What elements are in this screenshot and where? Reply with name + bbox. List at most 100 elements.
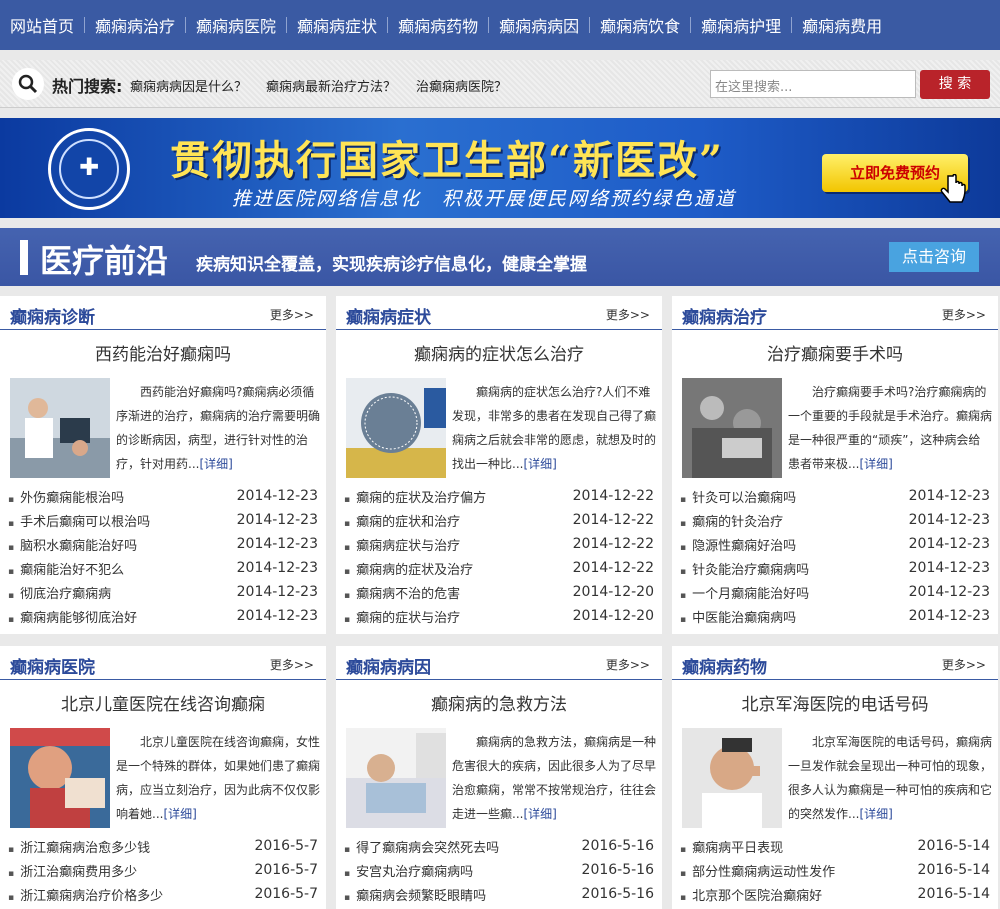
nav-item-care[interactable]: 癫痫病护理 [701,13,781,37]
hot-keyword[interactable]: 治癫痫病医院？ [416,76,507,95]
list-item[interactable]: 癫痫病平日表现 2016-5-14 [680,834,990,858]
nav-item-hospital[interactable]: 癫痫病医院 [196,13,276,37]
list-item[interactable]: 癫痫病会频繁眨眼睛吗 2016-5-16 [344,882,654,906]
list-item[interactable]: 癫痫的症状和治疗 2014-12-22 [344,508,654,532]
featured-title[interactable]: 癫痫病的急救方法 [336,690,662,715]
detail-link[interactable]: [详细] [199,457,232,471]
detail-link[interactable]: [详细] [523,807,556,821]
featured-title[interactable]: 治疗癫痫要手术吗 [672,340,998,365]
card-category[interactable]: 癫痫病药物 [682,653,767,678]
featured-image[interactable] [682,378,782,478]
card-category[interactable]: 癫痫病诊断 [10,303,95,328]
list-item-title[interactable]: 一个月癫痫能治好吗 [680,583,809,602]
list-item[interactable]: 癫痫病症状与治疗 2014-12-22 [344,532,654,556]
featured-image[interactable] [682,728,782,828]
list-item-title[interactable]: 癫痫的症状及治疗偏方 [344,487,486,506]
list-item-title[interactable]: 浙江癫痫病治愈多少钱 [8,837,150,856]
list-item-title[interactable]: 北京那个医院治癫痫好 [680,885,822,904]
hot-keyword[interactable]: 癫痫病病因是什么？ [130,76,247,95]
detail-link[interactable]: [详细] [163,807,196,821]
list-item[interactable]: 隐源性癫痫好治吗 2014-12-23 [680,532,990,556]
consult-button[interactable]: 点击咨询 [889,242,979,272]
more-link[interactable]: 更多>> [270,656,314,673]
banner[interactable]: ✚ 贯彻执行国家卫生部“新医改” 推进医院网络信息化 积极开展便民网络预约绿色通… [0,118,1000,218]
list-item-title[interactable]: 隐源性癫痫好治吗 [680,535,796,554]
nav-item-symptoms[interactable]: 癫痫病症状 [297,13,377,37]
list-item[interactable]: 癫痫的症状与治疗 2014-12-20 [344,604,654,628]
list-item-title[interactable]: 癫痫的症状与治疗 [344,607,460,626]
list-item[interactable]: 得了癫痫病会突然死去吗 2016-5-16 [344,834,654,858]
card-category[interactable]: 癫痫病病因 [346,653,431,678]
list-item-title[interactable]: 癫痫病症状与治疗 [344,535,460,554]
featured-image[interactable] [10,378,110,478]
nav-item-cost[interactable]: 癫痫病费用 [802,13,882,37]
more-link[interactable]: 更多>> [942,656,986,673]
card-category[interactable]: 癫痫病治疗 [682,303,767,328]
list-item-title[interactable]: 癫痫的症状和治疗 [344,511,460,530]
list-item[interactable]: 针灸可以治癫痫吗 2014-12-23 [680,484,990,508]
list-item[interactable]: 浙江治癫痫费用多少 2016-5-7 [8,858,318,882]
list-item[interactable]: 脑积水癫痫能治好吗 2014-12-23 [8,532,318,556]
card-category[interactable]: 癫痫病医院 [10,653,95,678]
list-item[interactable]: 中医能治癫痫病吗 2014-12-23 [680,604,990,628]
list-item-title[interactable]: 得了癫痫病会突然死去吗 [344,837,499,856]
list-item[interactable]: 浙江癫痫病治疗价格多少 2016-5-7 [8,882,318,906]
list-item[interactable]: 癫痫的针灸治疗 2014-12-23 [680,508,990,532]
list-item[interactable]: 针灸能治疗癫痫病吗 2014-12-23 [680,556,990,580]
card-category[interactable]: 癫痫病症状 [346,303,431,328]
list-item-title[interactable]: 针灸可以治癫痫吗 [680,487,796,506]
list-item[interactable]: 浙江癫痫病治愈多少钱 2016-5-7 [8,834,318,858]
list-item-title[interactable]: 针灸能治疗癫痫病吗 [680,559,809,578]
nav-item-home[interactable]: 网站首页 [10,13,74,37]
search-button[interactable]: 搜 索 [920,70,990,99]
list-item-title[interactable]: 癫痫能治好不犯么 [8,559,124,578]
list-item[interactable]: 癫痫病不治的危害 2014-12-20 [344,580,654,604]
featured-image[interactable] [10,728,110,828]
list-item[interactable]: 癫痫的症状及治疗偏方 2014-12-22 [344,484,654,508]
nav-item-causes[interactable]: 癫痫病病因 [499,13,579,37]
list-item-title[interactable]: 部分性癫痫病运动性发作 [680,861,835,880]
list-item[interactable]: 癫痫病的症状及治疗 2014-12-22 [344,556,654,580]
list-item-title[interactable]: 脑积水癫痫能治好吗 [8,535,137,554]
list-item[interactable]: 外伤癫痫能根治吗 2014-12-23 [8,484,318,508]
list-item-title[interactable]: 外伤癫痫能根治吗 [8,487,124,506]
list-item[interactable]: 手术后癫痫可以根治吗 2014-12-23 [8,508,318,532]
list-item[interactable]: 彻底治疗癫痫病 2014-12-23 [8,580,318,604]
list-item-title[interactable]: 癫痫病能够彻底治好 [8,607,137,626]
list-item[interactable]: 一个月癫痫能治好吗 2014-12-23 [680,580,990,604]
list-item-title[interactable]: 安宫丸治疗癫痫病吗 [344,861,473,880]
featured-image[interactable] [346,728,446,828]
more-link[interactable]: 更多>> [942,306,986,323]
list-item-title[interactable]: 癫痫病会频繁眨眼睛吗 [344,885,486,904]
list-item-title[interactable]: 浙江癫痫病治疗价格多少 [8,885,163,904]
list-item[interactable]: 安宫丸治疗癫痫病吗 2016-5-16 [344,858,654,882]
nav-item-diet[interactable]: 癫痫病饮食 [600,13,680,37]
list-item[interactable]: 癫痫病能够彻底治好 2014-12-23 [8,604,318,628]
more-link[interactable]: 更多>> [606,656,650,673]
nav-item-treatment[interactable]: 癫痫病治疗 [95,13,175,37]
list-item-title[interactable]: 癫痫病平日表现 [680,837,783,856]
list-item-title[interactable]: 癫痫病的症状及治疗 [344,559,473,578]
featured-image[interactable] [346,378,446,478]
list-item-title[interactable]: 癫痫病不治的危害 [344,583,460,602]
list-item-title[interactable]: 彻底治疗癫痫病 [8,583,111,602]
hot-keyword[interactable]: 癫痫病最新治疗方法？ [266,76,396,95]
list-item[interactable]: 癫痫能治好不犯么 2014-12-23 [8,556,318,580]
search-input[interactable]: 在这里搜索... [710,70,916,98]
list-item-title[interactable]: 中医能治癫痫病吗 [680,607,796,626]
detail-link[interactable]: [详细] [523,457,556,471]
list-item-title[interactable]: 浙江治癫痫费用多少 [8,861,137,880]
nav-item-drugs[interactable]: 癫痫病药物 [398,13,478,37]
featured-title[interactable]: 北京军海医院的电话号码 [672,690,998,715]
list-item[interactable]: 部分性癫痫病运动性发作 2016-5-14 [680,858,990,882]
list-item[interactable]: 北京那个医院治癫痫好 2016-5-14 [680,882,990,906]
more-link[interactable]: 更多>> [270,306,314,323]
more-link[interactable]: 更多>> [606,306,650,323]
list-item-title[interactable]: 癫痫的针灸治疗 [680,511,783,530]
list-item-title[interactable]: 手术后癫痫可以根治吗 [8,511,150,530]
detail-link[interactable]: [详细] [859,457,892,471]
featured-title[interactable]: 北京儿童医院在线咨询癫痫 [0,690,326,715]
featured-title[interactable]: 西药能治好癫痫吗 [0,340,326,365]
detail-link[interactable]: [详细] [859,807,892,821]
featured-title[interactable]: 癫痫病的症状怎么治疗 [336,340,662,365]
